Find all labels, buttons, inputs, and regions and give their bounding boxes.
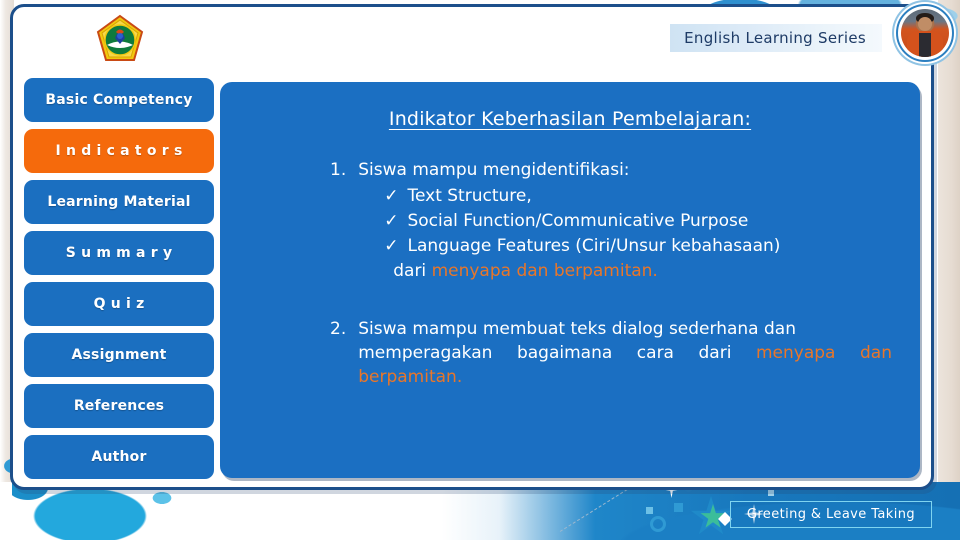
objective-2-line-3: berpamitan. bbox=[358, 366, 463, 387]
objective-2-line-2: memperagakan bagaimana cara dari menyapa… bbox=[358, 341, 892, 365]
topic-badge: Greeting & Leave Taking bbox=[729, 501, 932, 528]
check-icon: ✓ bbox=[384, 186, 399, 207]
objective-1-tail-highlight: menyapa dan berpamitan. bbox=[431, 260, 658, 281]
sidebar-item-label: Q u i z bbox=[93, 296, 145, 312]
objective-1-checklist: ✓ Text Structure, ✓ Social Function/Comm… bbox=[358, 184, 898, 258]
checklist-item: ✓ Language Features (Ciri/Unsur kebahasa… bbox=[384, 234, 898, 258]
square-decoration-1 bbox=[674, 503, 683, 512]
right-edge-strip bbox=[938, 0, 960, 540]
objective-2-line2-highlight: menyapa dan bbox=[755, 342, 892, 363]
checklist-item-label: Social Function/Communicative Purpose bbox=[407, 211, 749, 232]
slide-root: English Learning Series Basic Competency… bbox=[0, 0, 960, 540]
checklist-item-label: Language Features (Ciri/Unsur kebahasaan… bbox=[407, 236, 781, 257]
sidebar-item-learning-material[interactable]: Learning Material bbox=[24, 180, 214, 224]
sidebar-item-author[interactable]: Author bbox=[24, 435, 214, 479]
objective-item-1: 1. Siswa mampu mengidentifikasi: ✓ Text … bbox=[242, 158, 898, 283]
objective-2-number: 2. bbox=[330, 318, 347, 339]
sidebar-item-label: Assignment bbox=[71, 347, 167, 363]
sidebar-item-quiz[interactable]: Q u i z bbox=[24, 282, 214, 326]
check-icon: ✓ bbox=[384, 211, 399, 232]
checklist-item: ✓ Text Structure, bbox=[384, 184, 898, 208]
square-decoration-2 bbox=[646, 507, 653, 514]
sidebar-item-label: S u m m a r y bbox=[65, 245, 173, 261]
sidebar-item-label: Basic Competency bbox=[45, 92, 193, 108]
objective-1-body: Siswa mampu mengidentifikasi: ✓ Text Str… bbox=[358, 158, 898, 283]
objective-item-2: 2. Siswa mampu membuat teks dialog seder… bbox=[242, 317, 898, 389]
sidebar-item-assignment[interactable]: Assignment bbox=[24, 333, 214, 377]
objective-2-body: Siswa mampu membuat teks dialog sederhan… bbox=[358, 317, 892, 389]
avatar-photo bbox=[901, 9, 949, 57]
objective-2-line-1: Siswa mampu membuat teks dialog sederhan… bbox=[358, 318, 796, 339]
instructor-avatar bbox=[896, 4, 954, 62]
avatar-face bbox=[917, 16, 933, 32]
sidebar-item-label: Learning Material bbox=[47, 194, 191, 210]
ring-decoration-1 bbox=[650, 516, 666, 532]
tut-wuri-handayani-logo-icon bbox=[94, 14, 146, 66]
objective-1-number: 1. bbox=[330, 160, 347, 180]
content-heading: Indikator Keberhasilan Pembelajaran: bbox=[388, 108, 752, 130]
sidebar-item-label: I n d i c a t o r s bbox=[55, 143, 183, 159]
checklist-item-label: Text Structure, bbox=[407, 186, 532, 207]
sidebar-item-basic-competency[interactable]: Basic Competency bbox=[24, 78, 214, 122]
checklist-item: ✓ Social Function/Communicative Purpose bbox=[384, 209, 898, 233]
sidebar-item-indicators[interactable]: I n d i c a t o r s bbox=[24, 129, 214, 173]
objective-2-line2-plain: memperagakan bagaimana cara dari bbox=[358, 342, 756, 363]
check-icon: ✓ bbox=[384, 236, 399, 257]
sidebar-item-label: Author bbox=[91, 449, 147, 465]
objective-1-tail: dari menyapa dan berpamitan. bbox=[358, 259, 898, 283]
objective-1-tail-plain: dari bbox=[393, 260, 432, 281]
sidebar-navigation: Basic Competency I n d i c a t o r s Lea… bbox=[24, 78, 214, 479]
sidebar-item-label: References bbox=[73, 398, 165, 414]
header-title-text: English Learning Series bbox=[684, 29, 866, 47]
square-decoration-3 bbox=[768, 490, 774, 496]
sidebar-item-summary[interactable]: S u m m a r y bbox=[24, 231, 214, 275]
sidebar-item-references[interactable]: References bbox=[24, 384, 214, 428]
content-panel: Indikator Keberhasilan Pembelajaran: 1. … bbox=[220, 82, 920, 478]
header-title-bar: English Learning Series bbox=[670, 24, 882, 52]
avatar-tshirt bbox=[919, 33, 931, 57]
objective-1-lead: Siswa mampu mengidentifikasi: bbox=[358, 160, 630, 180]
